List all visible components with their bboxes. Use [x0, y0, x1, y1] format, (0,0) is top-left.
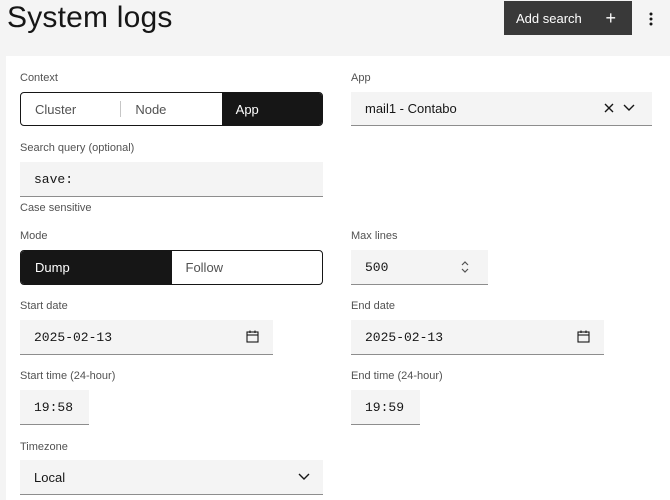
calendar-icon[interactable]: [246, 330, 259, 343]
timezone-value: Local: [34, 469, 66, 485]
end-time-value: 19:59: [365, 399, 405, 415]
stepper-icon[interactable]: [459, 260, 471, 274]
max-lines-input[interactable]: 500: [351, 250, 488, 285]
end-time-input[interactable]: 19:59: [351, 390, 420, 425]
start-date-input[interactable]: 2025-02-13: [20, 320, 273, 355]
log-search-panel: Context Cluster Node App App mail1 - Con…: [6, 56, 670, 500]
plus-icon: +: [605, 8, 616, 28]
mode-label: Mode: [20, 230, 48, 242]
end-time-label: End time (24-hour): [351, 370, 443, 382]
overflow-menu-button[interactable]: [640, 6, 662, 32]
add-search-button[interactable]: Add search +: [504, 1, 632, 35]
start-time-value: 19:58: [34, 399, 74, 415]
case-sensitive-toggle-label[interactable]: Case sensitive: [20, 201, 92, 215]
timezone-select[interactable]: Local: [20, 460, 323, 495]
search-query-value: save:: [34, 171, 74, 187]
search-query-label: Search query (optional): [20, 142, 135, 154]
search-query-input[interactable]: save:: [20, 162, 323, 197]
context-option-cluster[interactable]: Cluster: [21, 93, 122, 125]
mode-option-follow[interactable]: Follow: [172, 251, 323, 284]
app-label: App: [351, 72, 371, 84]
close-icon[interactable]: [603, 102, 615, 114]
end-date-input[interactable]: 2025-02-13: [351, 320, 604, 355]
end-date-label: End date: [351, 300, 396, 312]
chevron-down-icon[interactable]: [623, 103, 635, 113]
context-switcher: Cluster Node App: [20, 92, 323, 126]
max-lines-label: Max lines: [351, 230, 398, 242]
timezone-label: Timezone: [20, 441, 68, 453]
start-time-label: Start time (24-hour): [20, 370, 116, 382]
app-select[interactable]: mail1 - Contabo: [351, 92, 652, 126]
context-label: Context: [20, 72, 58, 84]
mode-option-dump[interactable]: Dump: [21, 251, 172, 284]
calendar-icon[interactable]: [577, 330, 590, 343]
mode-switcher: Dump Follow: [20, 250, 323, 285]
max-lines-value: 500: [365, 259, 389, 275]
add-search-label: Add search: [516, 10, 582, 26]
start-date-label: Start date: [20, 300, 68, 312]
start-time-input[interactable]: 19:58: [20, 390, 89, 425]
context-option-node[interactable]: Node: [121, 93, 221, 125]
chevron-down-icon[interactable]: [298, 472, 310, 482]
app-select-value: mail1 - Contabo: [365, 101, 457, 116]
start-date-value: 2025-02-13: [34, 329, 113, 345]
page-title: System logs: [7, 1, 173, 34]
overflow-menu-vertical-icon: [649, 12, 653, 26]
end-date-value: 2025-02-13: [365, 329, 444, 345]
context-option-app[interactable]: App: [221, 93, 322, 125]
